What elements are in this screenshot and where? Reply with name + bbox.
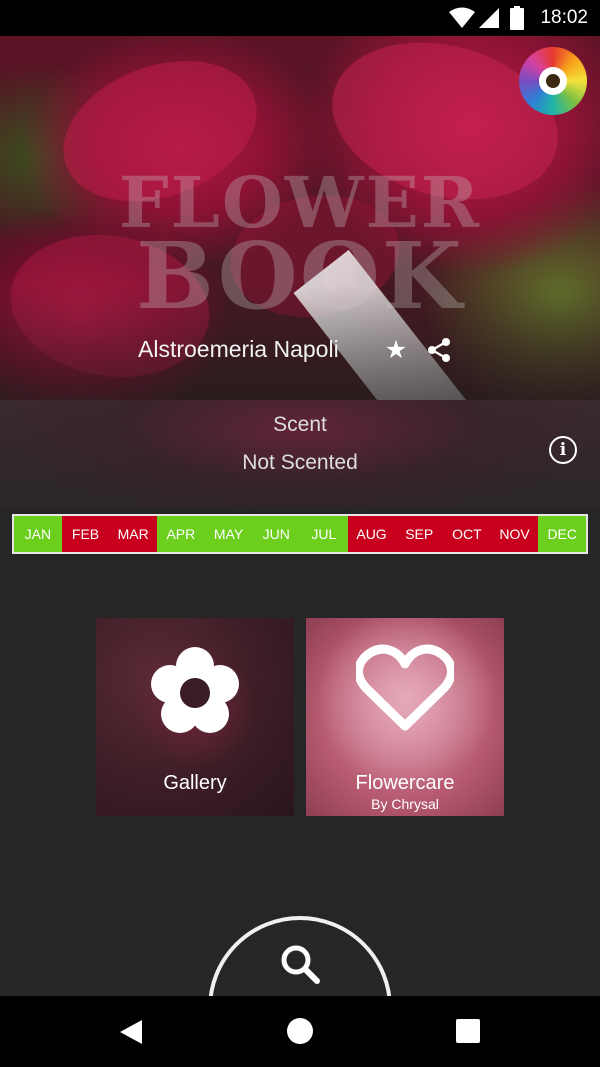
month-oct: OCT: [443, 516, 491, 552]
star-icon[interactable]: ★: [383, 337, 409, 363]
month-apr: APR: [157, 516, 205, 552]
flower-name: Alstroemeria Napoli: [138, 336, 339, 362]
share-icon[interactable]: [426, 337, 452, 363]
battery-icon: [510, 6, 524, 30]
flower-title-row: Alstroemeria Napoli ★: [0, 334, 600, 370]
status-bar: 18:02: [0, 0, 600, 36]
flower-icon: [151, 647, 239, 733]
flowercare-sublabel: By Chrysal: [371, 796, 439, 812]
month-nov: NOV: [490, 516, 539, 552]
scent-value: Not Scented: [242, 451, 358, 474]
system-nav-bar: [0, 996, 600, 1067]
flower-book-watermark: FLOWER BOOK: [100, 168, 500, 330]
month-sep: SEP: [395, 516, 444, 552]
signal-icon: [479, 8, 499, 28]
info-icon[interactable]: i: [549, 436, 577, 464]
back-icon[interactable]: [118, 1019, 144, 1045]
month-jun: JUN: [252, 516, 301, 552]
month-jul: JUL: [300, 516, 348, 552]
gallery-label: Gallery: [163, 772, 227, 794]
month-may: MAY: [204, 516, 253, 552]
month-aug: AUG: [347, 516, 396, 552]
month-jan: JAN: [14, 516, 62, 552]
month-mar: MAR: [109, 516, 158, 552]
flower-wheel-logo[interactable]: [519, 47, 587, 115]
scent-label: Scent: [273, 413, 327, 436]
month-dec: DEC: [538, 516, 587, 552]
search-icon[interactable]: [279, 943, 321, 985]
clock-time: 18:02: [540, 7, 588, 28]
flowercare-label: Flowercare: [355, 772, 455, 794]
app-screen: 18:02 FLOWER BOOK Alstroemeria Napoli ★ …: [0, 0, 600, 1067]
watermark-line2: BOOK: [136, 222, 464, 330]
flowercare-tile[interactable]: Flowercare By Chrysal: [306, 618, 504, 816]
recents-icon[interactable]: [456, 1019, 480, 1043]
home-icon[interactable]: [286, 1017, 314, 1045]
wifi-icon: [449, 7, 475, 28]
month-availability-bar: JAN FEB MAR APR MAY JUN JUL AUG SEP OCT NOV DEC: [12, 514, 588, 554]
gallery-tile[interactable]: Gallery: [96, 618, 294, 816]
month-feb: FEB: [61, 516, 110, 552]
heart-icon: [356, 644, 454, 731]
